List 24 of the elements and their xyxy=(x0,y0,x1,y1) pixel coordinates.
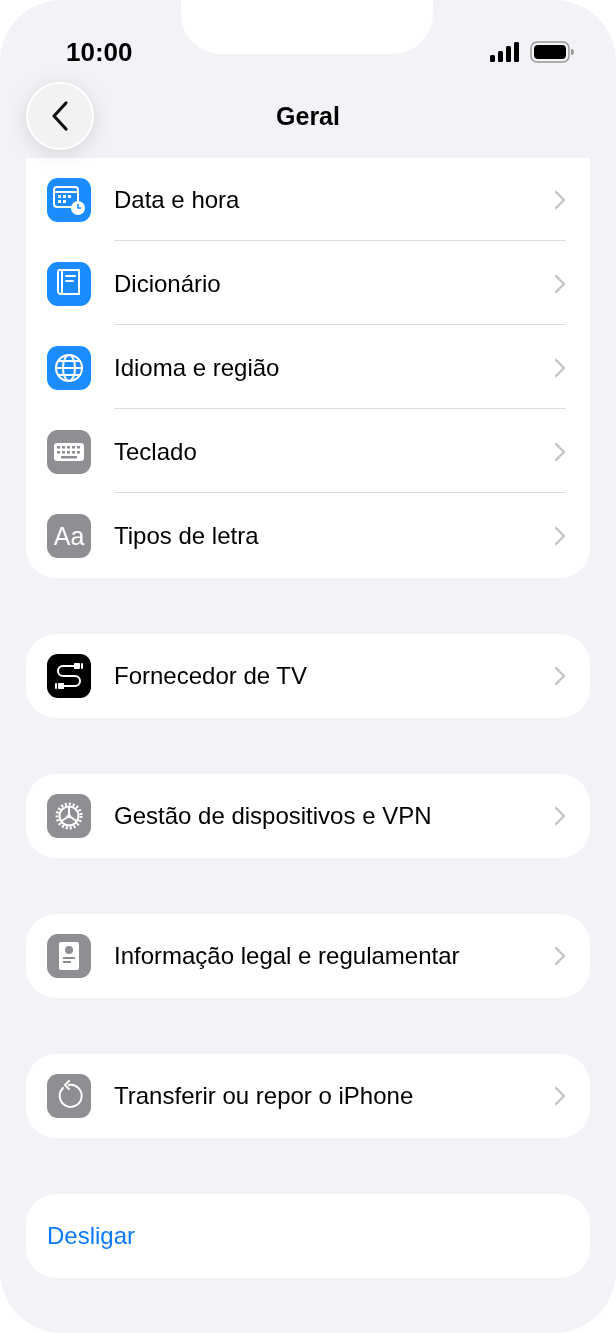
battery-icon xyxy=(530,41,574,63)
row-label: Teclado xyxy=(114,436,198,467)
chevron-icon xyxy=(554,357,566,378)
chevron-icon xyxy=(554,946,566,966)
chevron-icon xyxy=(554,806,566,826)
row-label: Dicionário xyxy=(114,268,222,299)
page-title: Geral xyxy=(276,102,340,130)
chevron-icon xyxy=(554,666,566,686)
row-label: Data e hora xyxy=(114,184,241,215)
row-label: Tipos de letra xyxy=(114,521,260,551)
row-label: Informação legal e regulamentar xyxy=(114,941,461,971)
row-label: Fornecedor de TV xyxy=(114,661,308,691)
chevron-icon xyxy=(554,526,566,546)
font-icon: Aa xyxy=(47,514,91,558)
back-icon xyxy=(50,100,70,132)
chevron-icon xyxy=(554,189,566,210)
signal-icon xyxy=(490,42,522,62)
row-label: Gestão de dispositivos e VPN xyxy=(114,801,433,831)
row-label: Idioma e região xyxy=(114,352,281,383)
chevron-icon xyxy=(554,1086,566,1106)
row-label: Transferir ou repor o iPhone xyxy=(114,1081,415,1111)
chevron-icon xyxy=(554,441,566,462)
chevron-icon xyxy=(554,273,566,294)
status-time: 10:00 xyxy=(66,35,133,69)
